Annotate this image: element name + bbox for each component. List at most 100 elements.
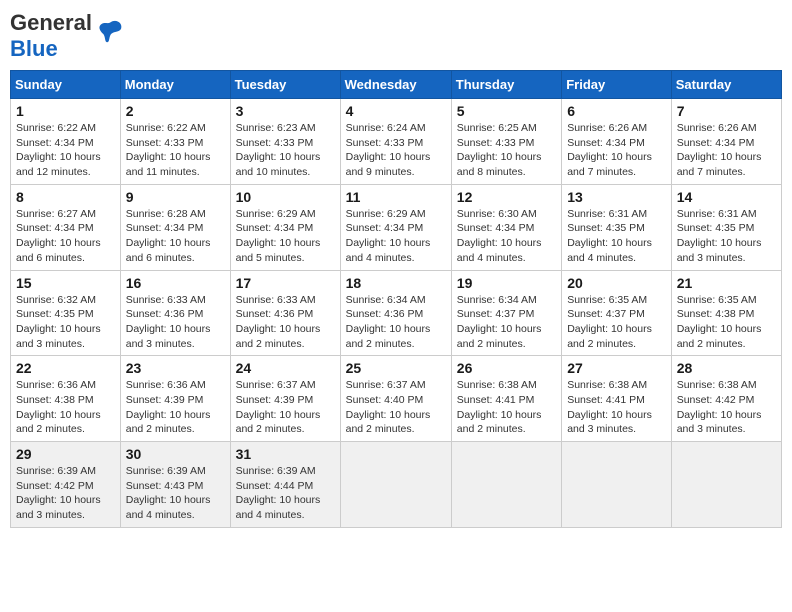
sunrise-label: Sunrise: 6:27 AM bbox=[16, 208, 96, 220]
daylight-label: Daylight: 10 hours and 2 minutes. bbox=[126, 409, 211, 436]
day-info: Sunrise: 6:37 AM Sunset: 4:40 PM Dayligh… bbox=[346, 378, 446, 437]
day-info: Sunrise: 6:30 AM Sunset: 4:34 PM Dayligh… bbox=[457, 207, 556, 266]
calendar-cell: 12 Sunrise: 6:30 AM Sunset: 4:34 PM Dayl… bbox=[451, 184, 561, 270]
day-info: Sunrise: 6:35 AM Sunset: 4:37 PM Dayligh… bbox=[567, 293, 666, 352]
calendar-cell: 10 Sunrise: 6:29 AM Sunset: 4:34 PM Dayl… bbox=[230, 184, 340, 270]
calendar-cell bbox=[671, 442, 781, 528]
sunset-label: Sunset: 4:34 PM bbox=[567, 137, 645, 149]
day-number: 16 bbox=[126, 275, 225, 291]
daylight-label: Daylight: 10 hours and 4 minutes. bbox=[457, 237, 542, 264]
calendar-cell: 13 Sunrise: 6:31 AM Sunset: 4:35 PM Dayl… bbox=[562, 184, 672, 270]
calendar-cell: 15 Sunrise: 6:32 AM Sunset: 4:35 PM Dayl… bbox=[11, 270, 121, 356]
daylight-label: Daylight: 10 hours and 2 minutes. bbox=[236, 323, 321, 350]
calendar-cell: 28 Sunrise: 6:38 AM Sunset: 4:42 PM Dayl… bbox=[671, 356, 781, 442]
sunrise-label: Sunrise: 6:35 AM bbox=[567, 294, 647, 306]
daylight-label: Daylight: 10 hours and 7 minutes. bbox=[677, 151, 762, 178]
daylight-label: Daylight: 10 hours and 2 minutes. bbox=[236, 409, 321, 436]
calendar-cell: 16 Sunrise: 6:33 AM Sunset: 4:36 PM Dayl… bbox=[120, 270, 230, 356]
sunrise-label: Sunrise: 6:29 AM bbox=[236, 208, 316, 220]
calendar-cell: 25 Sunrise: 6:37 AM Sunset: 4:40 PM Dayl… bbox=[340, 356, 451, 442]
day-info: Sunrise: 6:39 AM Sunset: 4:42 PM Dayligh… bbox=[16, 464, 115, 523]
day-info: Sunrise: 6:39 AM Sunset: 4:43 PM Dayligh… bbox=[126, 464, 225, 523]
day-info: Sunrise: 6:33 AM Sunset: 4:36 PM Dayligh… bbox=[126, 293, 225, 352]
calendar-cell: 3 Sunrise: 6:23 AM Sunset: 4:33 PM Dayli… bbox=[230, 99, 340, 185]
day-number: 5 bbox=[457, 103, 556, 119]
sunrise-label: Sunrise: 6:37 AM bbox=[346, 379, 426, 391]
day-info: Sunrise: 6:26 AM Sunset: 4:34 PM Dayligh… bbox=[567, 121, 666, 180]
day-info: Sunrise: 6:29 AM Sunset: 4:34 PM Dayligh… bbox=[236, 207, 335, 266]
day-number: 25 bbox=[346, 360, 446, 376]
sunset-label: Sunset: 4:36 PM bbox=[346, 308, 424, 320]
calendar-cell: 1 Sunrise: 6:22 AM Sunset: 4:34 PM Dayli… bbox=[11, 99, 121, 185]
day-info: Sunrise: 6:35 AM Sunset: 4:38 PM Dayligh… bbox=[677, 293, 776, 352]
calendar-cell bbox=[451, 442, 561, 528]
calendar-cell: 7 Sunrise: 6:26 AM Sunset: 4:34 PM Dayli… bbox=[671, 99, 781, 185]
daylight-label: Daylight: 10 hours and 8 minutes. bbox=[457, 151, 542, 178]
day-number: 2 bbox=[126, 103, 225, 119]
column-header-thursday: Thursday bbox=[451, 71, 561, 99]
day-number: 6 bbox=[567, 103, 666, 119]
daylight-label: Daylight: 10 hours and 6 minutes. bbox=[126, 237, 211, 264]
sunrise-label: Sunrise: 6:38 AM bbox=[567, 379, 647, 391]
calendar-cell: 5 Sunrise: 6:25 AM Sunset: 4:33 PM Dayli… bbox=[451, 99, 561, 185]
daylight-label: Daylight: 10 hours and 11 minutes. bbox=[126, 151, 211, 178]
day-number: 18 bbox=[346, 275, 446, 291]
sunrise-label: Sunrise: 6:38 AM bbox=[457, 379, 537, 391]
day-info: Sunrise: 6:36 AM Sunset: 4:38 PM Dayligh… bbox=[16, 378, 115, 437]
calendar-cell bbox=[562, 442, 672, 528]
sunset-label: Sunset: 4:38 PM bbox=[16, 394, 94, 406]
day-info: Sunrise: 6:34 AM Sunset: 4:36 PM Dayligh… bbox=[346, 293, 446, 352]
day-info: Sunrise: 6:25 AM Sunset: 4:33 PM Dayligh… bbox=[457, 121, 556, 180]
sunrise-label: Sunrise: 6:33 AM bbox=[236, 294, 316, 306]
day-info: Sunrise: 6:38 AM Sunset: 4:41 PM Dayligh… bbox=[567, 378, 666, 437]
daylight-label: Daylight: 10 hours and 3 minutes. bbox=[567, 409, 652, 436]
day-info: Sunrise: 6:22 AM Sunset: 4:34 PM Dayligh… bbox=[16, 121, 115, 180]
sunset-label: Sunset: 4:44 PM bbox=[236, 480, 314, 492]
calendar-cell: 17 Sunrise: 6:33 AM Sunset: 4:36 PM Dayl… bbox=[230, 270, 340, 356]
day-number: 11 bbox=[346, 189, 446, 205]
calendar-cell: 31 Sunrise: 6:39 AM Sunset: 4:44 PM Dayl… bbox=[230, 442, 340, 528]
calendar-week-2: 8 Sunrise: 6:27 AM Sunset: 4:34 PM Dayli… bbox=[11, 184, 782, 270]
calendar-cell: 24 Sunrise: 6:37 AM Sunset: 4:39 PM Dayl… bbox=[230, 356, 340, 442]
day-info: Sunrise: 6:31 AM Sunset: 4:35 PM Dayligh… bbox=[677, 207, 776, 266]
sunset-label: Sunset: 4:34 PM bbox=[16, 137, 94, 149]
sunset-label: Sunset: 4:34 PM bbox=[677, 137, 755, 149]
calendar-week-3: 15 Sunrise: 6:32 AM Sunset: 4:35 PM Dayl… bbox=[11, 270, 782, 356]
day-info: Sunrise: 6:38 AM Sunset: 4:42 PM Dayligh… bbox=[677, 378, 776, 437]
day-info: Sunrise: 6:29 AM Sunset: 4:34 PM Dayligh… bbox=[346, 207, 446, 266]
sunrise-label: Sunrise: 6:32 AM bbox=[16, 294, 96, 306]
sunrise-label: Sunrise: 6:34 AM bbox=[457, 294, 537, 306]
page-header: General Blue bbox=[10, 10, 782, 62]
sunrise-label: Sunrise: 6:39 AM bbox=[126, 465, 206, 477]
day-number: 17 bbox=[236, 275, 335, 291]
calendar-cell: 20 Sunrise: 6:35 AM Sunset: 4:37 PM Dayl… bbox=[562, 270, 672, 356]
daylight-label: Daylight: 10 hours and 9 minutes. bbox=[346, 151, 431, 178]
sunrise-label: Sunrise: 6:37 AM bbox=[236, 379, 316, 391]
sunset-label: Sunset: 4:36 PM bbox=[126, 308, 204, 320]
daylight-label: Daylight: 10 hours and 2 minutes. bbox=[16, 409, 101, 436]
day-number: 20 bbox=[567, 275, 666, 291]
day-info: Sunrise: 6:39 AM Sunset: 4:44 PM Dayligh… bbox=[236, 464, 335, 523]
logo-bird-icon bbox=[96, 17, 124, 45]
calendar-cell: 21 Sunrise: 6:35 AM Sunset: 4:38 PM Dayl… bbox=[671, 270, 781, 356]
day-number: 8 bbox=[16, 189, 115, 205]
sunset-label: Sunset: 4:33 PM bbox=[126, 137, 204, 149]
daylight-label: Daylight: 10 hours and 3 minutes. bbox=[677, 409, 762, 436]
daylight-label: Daylight: 10 hours and 3 minutes. bbox=[16, 494, 101, 521]
calendar-week-5: 29 Sunrise: 6:39 AM Sunset: 4:42 PM Dayl… bbox=[11, 442, 782, 528]
column-header-sunday: Sunday bbox=[11, 71, 121, 99]
calendar-cell: 9 Sunrise: 6:28 AM Sunset: 4:34 PM Dayli… bbox=[120, 184, 230, 270]
column-header-wednesday: Wednesday bbox=[340, 71, 451, 99]
sunset-label: Sunset: 4:33 PM bbox=[236, 137, 314, 149]
day-info: Sunrise: 6:38 AM Sunset: 4:41 PM Dayligh… bbox=[457, 378, 556, 437]
day-number: 30 bbox=[126, 446, 225, 462]
sunrise-label: Sunrise: 6:24 AM bbox=[346, 122, 426, 134]
calendar-cell: 23 Sunrise: 6:36 AM Sunset: 4:39 PM Dayl… bbox=[120, 356, 230, 442]
sunrise-label: Sunrise: 6:36 AM bbox=[16, 379, 96, 391]
calendar-cell bbox=[340, 442, 451, 528]
daylight-label: Daylight: 10 hours and 2 minutes. bbox=[567, 323, 652, 350]
daylight-label: Daylight: 10 hours and 4 minutes. bbox=[126, 494, 211, 521]
calendar-body: 1 Sunrise: 6:22 AM Sunset: 4:34 PM Dayli… bbox=[11, 99, 782, 528]
column-header-tuesday: Tuesday bbox=[230, 71, 340, 99]
sunset-label: Sunset: 4:42 PM bbox=[16, 480, 94, 492]
